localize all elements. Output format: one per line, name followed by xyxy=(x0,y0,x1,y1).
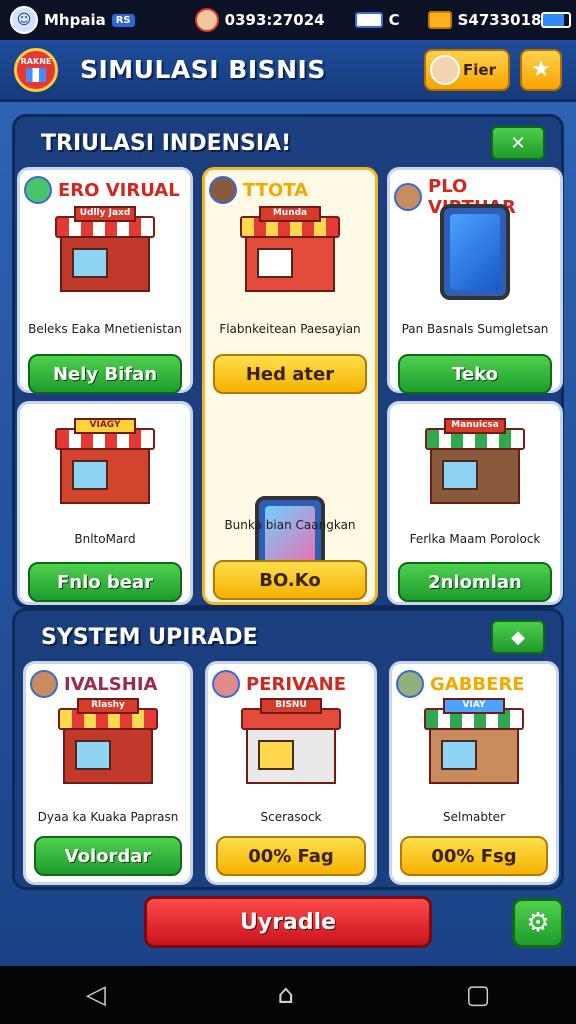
shop-icon: VIAGY xyxy=(50,418,160,508)
card-description: Pan Basnals Sumgletsan xyxy=(401,322,549,336)
system-nav-bar: ◁ ⌂ ▢ xyxy=(0,966,576,1024)
shop-sign: BISNU xyxy=(260,698,322,714)
card-title: GABBERE xyxy=(430,673,525,695)
business-panel-title: TRIULASI INDENSIA! xyxy=(41,130,292,156)
business-card-featured[interactable]: TTOTA Munda Flabnkeitean Paesayian Hed a… xyxy=(202,167,378,605)
tablet-icon xyxy=(440,204,510,300)
card-indicator: C xyxy=(354,11,400,29)
shop-sign: Rlashy xyxy=(77,698,139,714)
card-action-button[interactable]: 00% Fag xyxy=(216,836,366,876)
home-icon[interactable]: ⌂ xyxy=(277,980,294,1010)
app-name: Mhpaia xyxy=(44,11,106,29)
card-description: Scerasock xyxy=(260,810,322,824)
card-description: Dyaa ka Kuaka Paprasn xyxy=(37,810,179,824)
friend-label: Fier xyxy=(463,60,496,79)
shop-sign: Udlly Jaxd xyxy=(74,206,136,222)
gear-icon: ⚙ xyxy=(526,908,550,938)
status-bar: ☺ Mhpaia RS 0393:27024 C S4733018 S xyxy=(0,0,576,40)
card-action-button[interactable]: Teko xyxy=(398,354,552,394)
close-button[interactable]: ✕ xyxy=(491,126,545,160)
shop-icon: VIAY xyxy=(419,698,529,788)
shop-icon: Rlashy xyxy=(53,698,163,788)
card-avatar-icon xyxy=(394,183,422,211)
shop-icon: Udlly Jaxd xyxy=(50,206,160,296)
shop-icon: BISNU xyxy=(236,698,346,788)
card-action-button[interactable]: Hed ater xyxy=(213,354,367,394)
coin-display: S4733018 xyxy=(427,11,542,29)
card-title: PERIVANE xyxy=(246,673,347,695)
card-description: Selmabter xyxy=(442,810,505,824)
battery-indicator: S xyxy=(541,11,576,29)
card-description: Ferlka Maam Porolock xyxy=(409,532,541,546)
back-icon[interactable]: ◁ xyxy=(86,980,106,1010)
card-description: Beleks Eaka Mnetienistan xyxy=(28,322,182,336)
card-action-button[interactable]: BO.Ko xyxy=(213,560,367,600)
card-avatar-icon xyxy=(396,670,424,698)
upgrade-panel: SYSTEM UPIRADE ◆ IVALSHIA Rlashy Dyaa ka… xyxy=(12,608,564,890)
business-card[interactable]: VIAGY BnltoMard Fnlo bear xyxy=(17,401,193,605)
main-area: TRIULASI INDENSIA! ✕ ERO VIRUAL Udlly Ja… xyxy=(0,102,576,966)
card-description: Bunka bian Caangkan xyxy=(224,518,356,532)
business-card[interactable]: PLO VIRTUAR Pan Basnals Sumgletsan Teko xyxy=(387,167,563,394)
card-title: IVALSHIA xyxy=(64,673,158,695)
rank-badge[interactable]: RAKNE xyxy=(14,47,58,92)
player-avatar-icon xyxy=(194,8,219,32)
game-header: RAKNE SIMULASI BISNIS Fier ★ xyxy=(0,40,576,102)
card-action-button[interactable]: 2nlomlan xyxy=(398,562,552,602)
card-action-button[interactable]: Nely Bifan xyxy=(28,354,182,394)
shop-sign: VIAY xyxy=(443,698,505,714)
rank-label: RAKNE xyxy=(20,57,52,66)
card-description: Flabnkeitean Paesayian xyxy=(219,322,361,336)
business-card[interactable]: Manuicsa Ferlka Maam Porolock 2nlomlan xyxy=(387,401,563,605)
upgrade-panel-title: SYSTEM UPIRADE xyxy=(41,624,258,650)
card-avatar-icon xyxy=(212,670,240,698)
card-action-button[interactable]: Fnlo bear xyxy=(28,562,182,602)
upgrade-button[interactable]: Uyradle xyxy=(144,896,432,948)
upgrade-card[interactable]: PERIVANE BISNU Scerasock 00% Fag xyxy=(205,661,377,885)
app-badge: RS xyxy=(111,13,135,27)
page-title: SIMULASI BISNIS xyxy=(80,55,326,84)
card-avatar-icon xyxy=(209,176,237,204)
upgrade-card[interactable]: GABBERE VIAY Selmabter 00% Fsg xyxy=(389,661,559,885)
shop-icon: Munda xyxy=(235,206,345,296)
upgrade-info-button[interactable]: ◆ xyxy=(491,620,545,654)
app-identity: ☺ Mhpaia RS xyxy=(10,6,135,34)
recents-icon[interactable]: ▢ xyxy=(466,980,491,1010)
card-avatar-icon xyxy=(30,670,58,698)
friend-avatar-icon xyxy=(430,54,460,85)
friend-button[interactable]: Fier xyxy=(424,48,510,91)
card-action-button[interactable]: 00% Fsg xyxy=(400,836,548,876)
battery-icon xyxy=(541,12,572,28)
shop-sign: Munda xyxy=(259,206,321,222)
card-title: TTOTA xyxy=(243,179,309,201)
card-icon xyxy=(354,12,383,28)
card-title: ERO VIRUAL xyxy=(58,179,180,201)
business-panel: TRIULASI INDENSIA! ✕ ERO VIRUAL Udlly Ja… xyxy=(12,114,564,608)
diamond-icon: ◆ xyxy=(511,626,525,648)
card-description: BnltoMard xyxy=(74,532,136,546)
star-button[interactable]: ★ xyxy=(520,48,562,91)
flag-icon xyxy=(26,68,46,82)
shop-sign: VIAGY xyxy=(74,418,136,434)
business-card[interactable]: ERO VIRUAL Udlly Jaxd Beleks Eaka Mnetie… xyxy=(17,167,193,394)
card-avatar-icon xyxy=(24,176,52,204)
card-action-button[interactable]: Volordar xyxy=(34,836,182,876)
player-id-display: 0393:27024 xyxy=(194,8,325,32)
coin-amount: S4733018 xyxy=(457,11,542,29)
star-icon: ★ xyxy=(531,57,551,82)
app-logo-icon: ☺ xyxy=(10,6,38,34)
upgrade-card[interactable]: IVALSHIA Rlashy Dyaa ka Kuaka Paprasn Vo… xyxy=(23,661,193,885)
shop-sign: Manuicsa xyxy=(444,418,506,434)
close-icon: ✕ xyxy=(510,132,526,154)
shop-icon: Manuicsa xyxy=(420,418,530,508)
coin-icon xyxy=(427,11,452,29)
player-id: 0393:27024 xyxy=(224,11,325,29)
card-char: C xyxy=(388,11,400,29)
settings-button[interactable]: ⚙ xyxy=(512,898,564,948)
